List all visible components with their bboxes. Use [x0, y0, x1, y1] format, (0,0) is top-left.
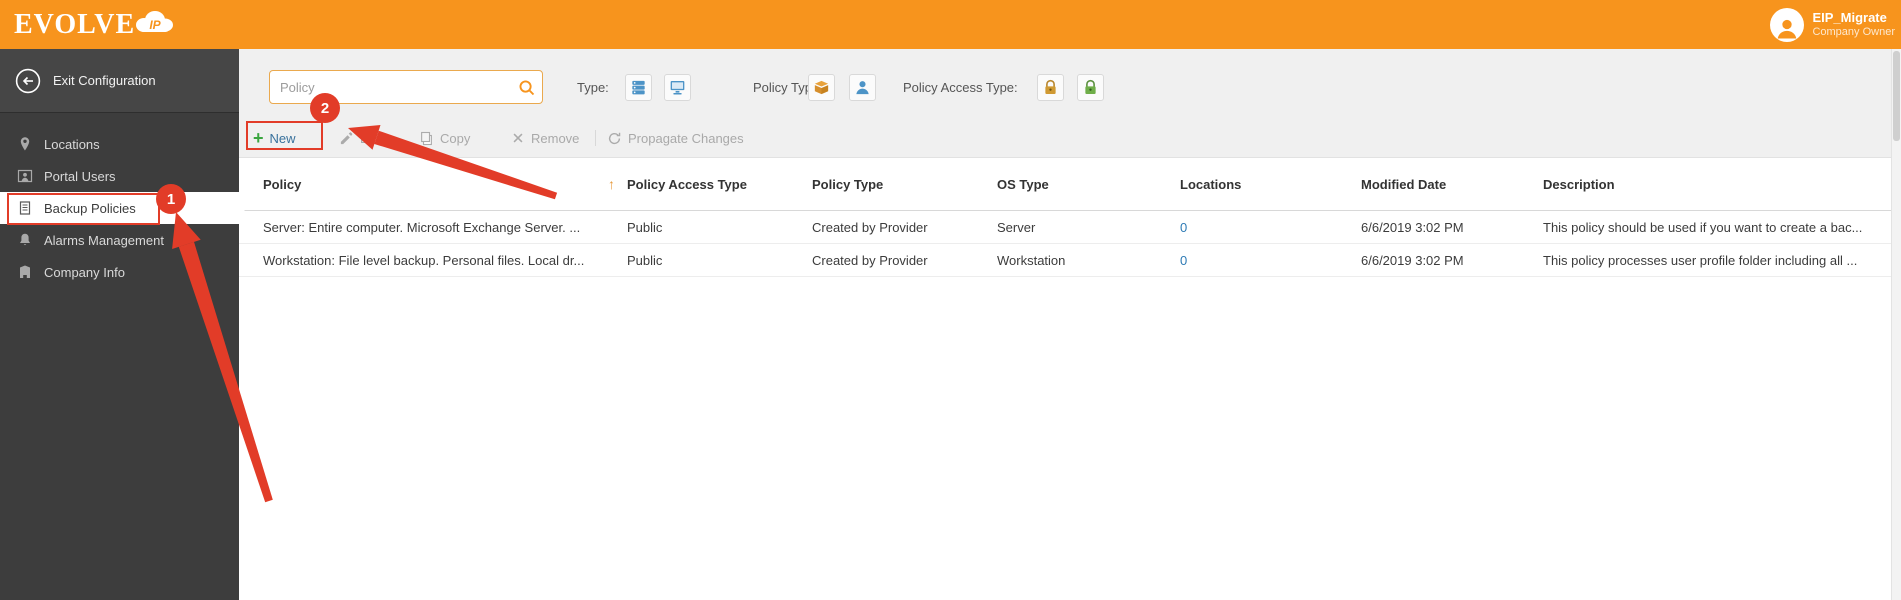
- column-header-locations[interactable]: Locations: [1180, 177, 1361, 192]
- selected-item-notch: [239, 200, 247, 216]
- column-header-os-type[interactable]: OS Type: [997, 177, 1180, 192]
- workstation-type-filter-button[interactable]: [664, 74, 691, 101]
- user-policy-filter-button[interactable]: [849, 74, 876, 101]
- private-access-filter-button[interactable]: [1037, 74, 1064, 101]
- table-row[interactable]: Workstation: File level backup. Personal…: [239, 244, 1901, 277]
- back-arrow-icon: [15, 68, 41, 93]
- policy-cell: Server: Entire computer. Microsoft Excha…: [263, 219, 581, 235]
- sidebar-item-label: Alarms Management: [44, 232, 164, 248]
- svg-text:IP: IP: [149, 18, 161, 32]
- table-header-row: Policy ↑ Policy Access Type Policy Type …: [239, 158, 1901, 211]
- sidebar-item-label: Locations: [44, 136, 100, 152]
- user-menu[interactable]: EIP_Migrate Company Owner: [1770, 0, 1899, 49]
- column-header-policy-label: Policy: [263, 176, 302, 192]
- sidebar-item-company-info[interactable]: Company Info: [0, 256, 239, 288]
- new-button-label: New: [269, 130, 296, 146]
- vertical-scrollbar[interactable]: [1891, 49, 1901, 600]
- location-pin-icon: [17, 136, 33, 152]
- refresh-icon: [608, 132, 621, 144]
- propagate-changes-button[interactable]: Propagate Changes: [607, 126, 744, 150]
- policy-access-type-cell: Public: [627, 252, 663, 268]
- sidebar-item-label: Backup Policies: [44, 200, 136, 216]
- public-access-filter-button[interactable]: [1077, 74, 1104, 101]
- backup-policies-icon: [17, 200, 33, 216]
- policy-access-type-cell: Public: [627, 219, 663, 235]
- column-header-policy[interactable]: Policy ↑: [263, 176, 627, 192]
- sidebar-item-locations[interactable]: Locations: [0, 128, 239, 160]
- exit-configuration-button[interactable]: Exit Configuration: [0, 49, 239, 113]
- alarms-bell-icon: [17, 232, 33, 248]
- column-header-policy-access-type[interactable]: Policy Access Type: [627, 177, 812, 192]
- modified-date-cell: 6/6/2019 3:02 PM: [1361, 219, 1464, 235]
- column-header-modified-date[interactable]: Modified Date: [1361, 177, 1543, 192]
- user-text: EIP_Migrate Company Owner: [1812, 10, 1895, 40]
- copy-button[interactable]: Copy: [419, 126, 470, 150]
- sidebar-menu: Locations Portal Users Backup Policies A…: [0, 128, 239, 288]
- company-building-icon: [17, 264, 33, 280]
- copy-button-label: Copy: [440, 130, 471, 146]
- search-input[interactable]: [270, 79, 510, 95]
- exit-configuration-label: Exit Configuration: [53, 73, 156, 88]
- policy-search: [269, 70, 543, 104]
- provider-box-icon: [814, 80, 829, 95]
- user-name: EIP_Migrate: [1812, 9, 1887, 25]
- sort-ascending-icon: ↑: [608, 176, 615, 192]
- sidebar-item-alarms-management[interactable]: Alarms Management: [0, 224, 239, 256]
- remove-button-label: Remove: [531, 130, 580, 146]
- sidebar-item-label: Portal Users: [44, 168, 116, 184]
- new-button[interactable]: + New: [253, 126, 296, 150]
- edit-button-label: Edit: [360, 130, 383, 146]
- user-icon: [1778, 19, 1797, 38]
- policy-type-cell: Created by Provider: [812, 219, 928, 235]
- locations-count-link[interactable]: 0: [1180, 220, 1187, 235]
- os-type-cell: Server: [997, 219, 1036, 235]
- pencil-icon: [340, 131, 353, 144]
- propagate-button-label: Propagate Changes: [628, 130, 744, 146]
- column-header-description[interactable]: Description: [1543, 177, 1885, 192]
- modified-date-cell: 6/6/2019 3:02 PM: [1361, 252, 1464, 268]
- evolve-ip-logo: EVOLVE IP: [14, 0, 177, 49]
- user-person-icon: [856, 81, 869, 95]
- type-filter-label: Type:: [577, 80, 609, 95]
- remove-button[interactable]: Remove: [511, 126, 579, 150]
- main-content: Type: Policy Type:: [239, 49, 1901, 600]
- avatar: [1770, 7, 1805, 42]
- os-type-cell: Workstation: [997, 252, 1066, 268]
- provider-policy-filter-button[interactable]: [808, 74, 835, 101]
- sidebar-item-backup-policies[interactable]: Backup Policies: [0, 192, 239, 224]
- scrollbar-thumb[interactable]: [1893, 51, 1900, 141]
- logo-brand-text: EVOLVE: [14, 8, 136, 40]
- toolbar-separator: [595, 130, 596, 146]
- policy-type-cell: Created by Provider: [812, 252, 928, 268]
- description-cell: This policy processes user profile folde…: [1543, 252, 1858, 268]
- x-icon: [513, 133, 523, 143]
- sidebar: Exit Configuration Locations Portal User…: [0, 49, 239, 600]
- table-row[interactable]: Server: Entire computer. Microsoft Excha…: [239, 211, 1901, 244]
- edit-button[interactable]: Edit: [339, 126, 382, 150]
- portal-users-icon: [17, 168, 33, 184]
- server-icon: [632, 80, 645, 95]
- policies-table: Policy ↑ Policy Access Type Policy Type …: [239, 158, 1901, 277]
- private-lock-icon: [1045, 79, 1056, 94]
- workstation-icon: [670, 81, 685, 95]
- search-icon[interactable]: [510, 71, 542, 103]
- plus-icon: +: [253, 128, 264, 148]
- column-header-policy-type[interactable]: Policy Type: [812, 177, 997, 192]
- server-type-filter-button[interactable]: [625, 74, 652, 101]
- logo-cloud-icon: IP: [136, 10, 174, 32]
- sidebar-item-portal-users[interactable]: Portal Users: [0, 160, 239, 192]
- app-root: EVOLVE IP EIP_Migrate Company Owner Exit…: [0, 0, 1901, 600]
- public-lock-icon: [1085, 79, 1096, 94]
- copy-icon: [421, 131, 432, 145]
- top-bar: EVOLVE IP EIP_Migrate Company Owner: [0, 0, 1901, 49]
- locations-count-link[interactable]: 0: [1180, 253, 1187, 268]
- description-cell: This policy should be used if you want t…: [1543, 219, 1863, 235]
- policy-cell: Workstation: File level backup. Personal…: [263, 252, 585, 268]
- sidebar-item-label: Company Info: [44, 264, 125, 280]
- user-role: Company Owner: [1812, 25, 1895, 38]
- policy-access-type-filter-label: Policy Access Type:: [903, 80, 1018, 95]
